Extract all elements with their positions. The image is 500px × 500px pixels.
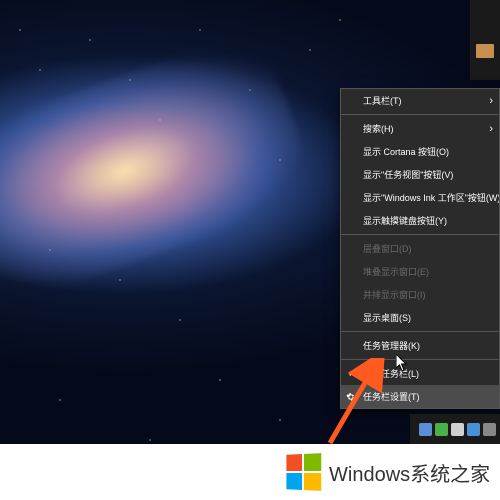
menu-item-label: 显示触摸键盘按钮(Y) xyxy=(363,216,447,226)
menu-item-label: 堆叠显示窗口(E) xyxy=(363,267,429,277)
menu-item-3[interactable]: 显示 Cortana 按钮(O) xyxy=(341,140,499,163)
menu-item-2[interactable]: 搜索(H) xyxy=(341,117,499,140)
menu-item-label: 搜索(H) xyxy=(363,124,394,134)
folder-icon[interactable] xyxy=(476,44,494,58)
menu-item-6[interactable]: 显示触摸键盘按钮(Y) xyxy=(341,209,499,232)
annotation-arrow-icon xyxy=(320,358,390,448)
menu-item-8: 层叠窗口(D) xyxy=(341,237,499,260)
tray-icon[interactable] xyxy=(483,423,496,436)
menu-item-label: 显示"Windows Ink 工作区"按钮(W) xyxy=(363,193,499,203)
menu-item-label: 工具栏(T) xyxy=(363,96,402,106)
menu-item-0[interactable]: 工具栏(T) xyxy=(341,89,499,112)
menu-item-11[interactable]: 显示桌面(S) xyxy=(341,306,499,329)
taskbar-system-tray[interactable] xyxy=(410,414,500,444)
mouse-cursor-icon xyxy=(396,354,410,372)
tray-icon[interactable] xyxy=(451,423,464,436)
menu-item-10: 并排显示窗口(I) xyxy=(341,283,499,306)
menu-item-label: 并排显示窗口(I) xyxy=(363,290,426,300)
menu-item-label: 显示 Cortana 按钮(O) xyxy=(363,147,449,157)
windows-logo-icon xyxy=(286,453,321,491)
desktop-sidebar xyxy=(470,0,500,80)
menu-separator xyxy=(341,114,499,115)
wallpaper-galaxy xyxy=(0,26,320,315)
menu-item-5[interactable]: 显示"Windows Ink 工作区"按钮(W) xyxy=(341,186,499,209)
tray-icon[interactable] xyxy=(435,423,448,436)
menu-separator xyxy=(341,331,499,332)
menu-item-label: 任务管理器(K) xyxy=(363,341,420,351)
menu-item-4[interactable]: 显示"任务视图"按钮(V) xyxy=(341,163,499,186)
menu-item-13[interactable]: 任务管理器(K) xyxy=(341,334,499,357)
menu-separator xyxy=(341,234,499,235)
watermark-text: Windows系统之家 xyxy=(329,458,490,487)
menu-item-label: 层叠窗口(D) xyxy=(363,244,412,254)
menu-item-9: 堆叠显示窗口(E) xyxy=(341,260,499,283)
tray-icon[interactable] xyxy=(419,423,432,436)
menu-item-label: 显示桌面(S) xyxy=(363,313,411,323)
tray-icon[interactable] xyxy=(467,423,480,436)
menu-item-label: 显示"任务视图"按钮(V) xyxy=(363,170,453,180)
watermark-bar: Windows系统之家 xyxy=(0,444,500,500)
